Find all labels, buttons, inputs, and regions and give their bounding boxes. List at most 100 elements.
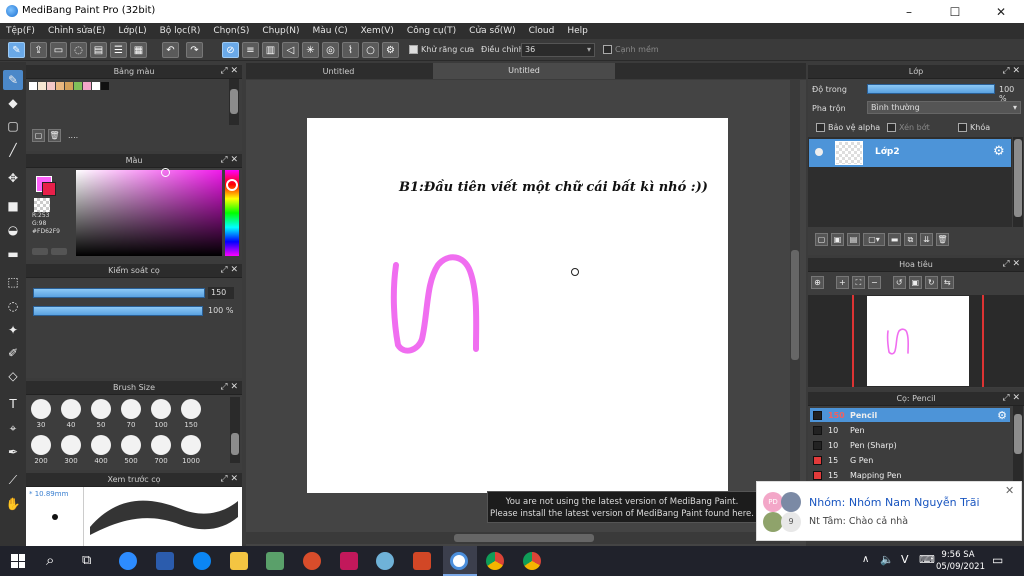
brush-size-option[interactable] xyxy=(61,435,81,455)
menu-cloud[interactable]: Cloud xyxy=(529,26,555,36)
brush-size-option[interactable] xyxy=(151,435,171,455)
menu-window[interactable]: Cửa sổ(W) xyxy=(469,26,515,36)
word-icon[interactable] xyxy=(156,552,174,570)
palette-swatch[interactable] xyxy=(83,82,91,90)
duplicate-layer-icon[interactable]: ⧉ xyxy=(904,233,917,246)
panel-close-icon[interactable]: ⤢ ✕ xyxy=(1002,393,1020,403)
new-layer-icon[interactable]: ▢ xyxy=(815,233,828,246)
antialias-checkbox[interactable] xyxy=(409,45,418,54)
protect-alpha-checkbox[interactable] xyxy=(816,123,825,132)
layer-scroll-thumb[interactable] xyxy=(1014,139,1022,217)
soft-edge-checkbox[interactable] xyxy=(603,45,612,54)
text-tool-icon[interactable]: T xyxy=(3,394,23,414)
eye-icon[interactable] xyxy=(815,148,823,156)
paint-icon[interactable] xyxy=(376,552,394,570)
merge-layer-icon[interactable]: ⇊ xyxy=(920,233,933,246)
palette-scroll-thumb[interactable] xyxy=(230,89,238,114)
color-swap-button[interactable] xyxy=(51,248,67,255)
recorder-icon[interactable] xyxy=(303,552,321,570)
task-view-icon[interactable]: ⧉ xyxy=(82,553,91,568)
brush-size-option[interactable] xyxy=(91,435,111,455)
speech-icon[interactable]: ◌ xyxy=(70,42,87,58)
pencil-mode-icon[interactable]: ✎ xyxy=(8,42,25,58)
zalo-icon[interactable] xyxy=(193,552,211,570)
brush-size-option[interactable] xyxy=(31,435,51,455)
share-icon[interactable]: ⇪ xyxy=(30,42,47,58)
panel-close-icon[interactable]: ⤢ ✕ xyxy=(220,474,238,484)
saturation-value-picker[interactable] xyxy=(76,168,222,256)
fit-icon[interactable]: ⛶ xyxy=(851,276,865,289)
gear-icon[interactable]: ⚙ xyxy=(997,409,1007,422)
divide-tool-icon[interactable]: ✒ xyxy=(3,442,23,462)
blend-select[interactable]: Bình thường ▾ xyxy=(867,101,1021,114)
powerpoint-icon[interactable] xyxy=(413,552,431,570)
windows-start-icon[interactable] xyxy=(11,554,25,568)
palette-swatch[interactable] xyxy=(29,82,37,90)
eraser-tool-icon[interactable]: ◆ xyxy=(3,93,23,113)
snap-grid-icon[interactable]: ▥ xyxy=(262,42,279,58)
snipping-icon[interactable] xyxy=(266,552,284,570)
clock[interactable]: 9:56 SA 05/09/2021 xyxy=(936,549,985,573)
transparent-swatch[interactable] xyxy=(34,198,50,212)
ime-indicator[interactable]: V xyxy=(901,553,909,566)
bucket-tool-icon[interactable]: ◒ xyxy=(3,220,23,240)
comment-icon[interactable]: ▭ xyxy=(50,42,67,58)
snap-parallel-icon[interactable]: ≡ xyxy=(242,42,259,58)
menu-view[interactable]: Xem(V) xyxy=(361,26,394,36)
palette-swatch[interactable] xyxy=(92,82,100,90)
trash-icon[interactable]: 🗑 xyxy=(936,233,949,246)
tray-caret-icon[interactable]: ∧ xyxy=(862,554,869,565)
palette-swatch[interactable] xyxy=(56,82,64,90)
maximize-button[interactable]: ☐ xyxy=(932,0,978,23)
panel-close-icon[interactable]: ⤢ ✕ xyxy=(220,155,238,165)
panel-close-icon[interactable]: ⤢ ✕ xyxy=(220,265,238,275)
medibang-icon[interactable] xyxy=(450,552,468,570)
color-mode-button[interactable] xyxy=(32,248,48,255)
zoom-icon[interactable]: ⊕ xyxy=(811,276,824,289)
brush-size-option[interactable] xyxy=(121,435,141,455)
gradient-tool-icon[interactable]: ▬ xyxy=(3,244,23,264)
brush-list-item[interactable]: 10 Pen (Sharp) xyxy=(810,438,1010,452)
grid-icon[interactable]: ▦ xyxy=(130,42,147,58)
brush-size-option[interactable] xyxy=(31,399,51,419)
zoom-in-icon[interactable]: + xyxy=(835,276,849,289)
lock-checkbox[interactable] xyxy=(958,123,967,132)
magic-wand-icon[interactable]: ✦ xyxy=(3,320,23,340)
panel-close-icon[interactable]: ⤢ ✕ xyxy=(220,66,238,76)
brush-size-option[interactable] xyxy=(121,399,141,419)
palette-swatch[interactable] xyxy=(74,82,82,90)
brush-size-slider[interactable] xyxy=(33,288,205,298)
snap-radial-icon[interactable]: ✳ xyxy=(302,42,319,58)
app-icon[interactable] xyxy=(340,552,358,570)
folder-icon[interactable]: ▬ xyxy=(888,233,901,246)
menu-tools[interactable]: Công cụ(T) xyxy=(407,26,456,36)
minimize-button[interactable]: – xyxy=(886,0,932,23)
select-eraser-icon[interactable]: ◇ xyxy=(3,366,23,386)
layer-menu-icon[interactable]: ▢▾ xyxy=(863,233,885,246)
volume-icon[interactable]: 🔈 xyxy=(880,553,894,566)
snap-circle-icon[interactable]: ◎ xyxy=(322,42,339,58)
brush-size-option[interactable] xyxy=(61,399,81,419)
snap-vanish-icon[interactable]: ◁ xyxy=(282,42,299,58)
tab-untitled-1[interactable]: Untitled xyxy=(246,63,431,79)
rotate-right-icon[interactable]: ↻ xyxy=(924,276,938,289)
brush-size-option[interactable] xyxy=(91,399,111,419)
palette-swatch[interactable] xyxy=(38,82,46,90)
tab-untitled-2[interactable]: Untitled xyxy=(433,63,615,79)
line-tool-icon[interactable]: ╱ xyxy=(3,140,23,160)
search-icon[interactable]: ⌕ xyxy=(46,551,54,569)
panel-close-icon[interactable]: ⤢ ✕ xyxy=(1002,66,1020,76)
color-picker-cursor[interactable] xyxy=(161,168,170,177)
actual-size-icon[interactable]: ▣ xyxy=(908,276,922,289)
palette-swatch[interactable] xyxy=(65,82,73,90)
chrome-icon[interactable] xyxy=(486,552,504,570)
menu-select[interactable]: Chọn(S) xyxy=(213,26,249,36)
flip-icon[interactable]: ⇆ xyxy=(940,276,954,289)
palette-swatch[interactable] xyxy=(47,82,55,90)
canvas-vscroll-thumb[interactable] xyxy=(791,250,799,360)
drawing-canvas[interactable]: B1:Đầu tiên viết một chữ cái bất kì nhó … xyxy=(307,118,728,493)
fill-rect-icon[interactable]: ■ xyxy=(3,196,23,216)
eyedropper-icon[interactable]: ⟋ xyxy=(3,470,23,490)
menu-file[interactable]: Tệp(F) xyxy=(6,26,35,36)
clip-checkbox[interactable] xyxy=(887,123,896,132)
